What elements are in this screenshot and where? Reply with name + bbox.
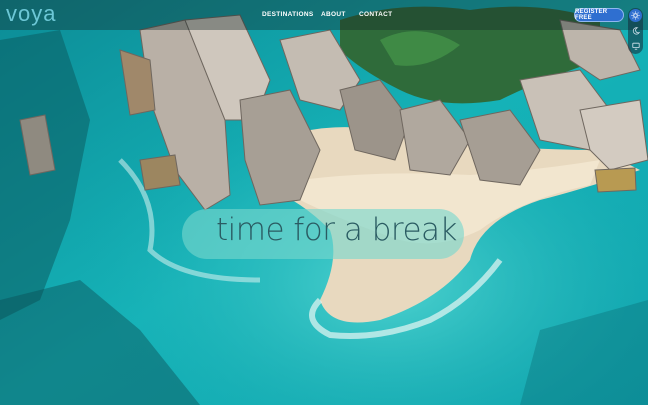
moon-icon[interactable] (629, 24, 642, 37)
register-button[interactable]: REGISTER FREE (574, 8, 624, 22)
sun-icon[interactable] (629, 9, 642, 22)
nav-contact[interactable]: CONTACT (359, 11, 392, 18)
hero-background (0, 0, 648, 405)
nav-about[interactable]: ABOUT (321, 11, 346, 18)
nav-destinations[interactable]: DESTINATIONS (262, 11, 314, 18)
brand-logo[interactable]: voya (6, 1, 56, 27)
hero-headline: time for a break (216, 212, 457, 248)
theme-toggle (628, 8, 643, 54)
monitor-icon[interactable] (629, 39, 642, 52)
